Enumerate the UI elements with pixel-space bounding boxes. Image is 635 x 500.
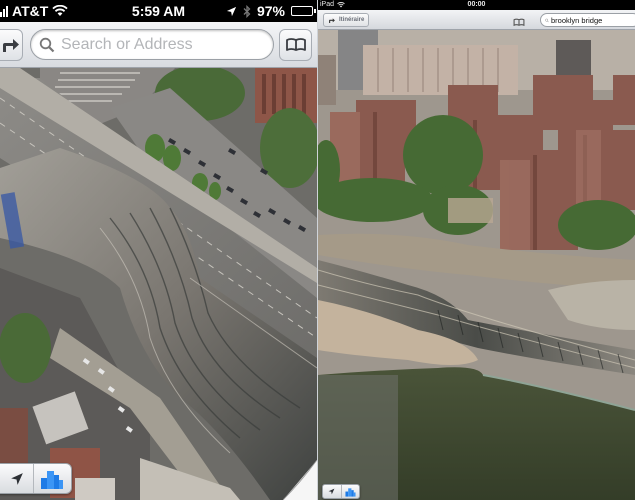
buildings-3d-icon — [345, 487, 356, 497]
map-view-3d[interactable] — [318, 30, 635, 500]
maps-toolbar: Itinéraire — [318, 10, 635, 30]
directions-button[interactable]: Itinéraire — [323, 13, 369, 27]
map-view-3d[interactable] — [0, 68, 317, 500]
status-right-group: 97% — [226, 3, 316, 19]
satellite-imagery — [318, 30, 635, 500]
track-location-button[interactable] — [0, 464, 33, 493]
directions-button-label: Itinéraire — [339, 17, 365, 23]
toggle-3d-button[interactable] — [340, 485, 359, 498]
turn-right-arrow-icon — [329, 17, 335, 23]
toggle-3d-button[interactable] — [32, 464, 71, 493]
status-bar: AT&T 5:59 AM 97% — [0, 0, 317, 22]
battery-percent: 97% — [256, 3, 285, 19]
maps-toolbar — [0, 22, 317, 68]
search-icon — [39, 37, 55, 52]
buildings-3d-icon — [41, 470, 64, 489]
search-input[interactable] — [551, 15, 635, 25]
ipad-maps-screenshot: iPad 00:00 Itinéraire — [318, 0, 635, 500]
location-arrow-icon — [226, 6, 237, 16]
search-field[interactable] — [30, 29, 274, 60]
iphone-maps-screenshot: AT&T 5:59 AM 97% — [0, 0, 317, 500]
satellite-imagery — [0, 68, 317, 500]
status-bar: iPad 00:00 — [318, 0, 635, 10]
map-bottom-controls — [322, 484, 360, 499]
map-bottom-controls — [0, 463, 72, 494]
search-icon — [545, 18, 549, 22]
page-curl-icon[interactable] — [283, 460, 317, 500]
book-icon — [285, 38, 306, 51]
battery-icon — [291, 6, 316, 16]
directions-button[interactable] — [0, 29, 23, 61]
search-input[interactable] — [61, 35, 261, 54]
search-field[interactable] — [540, 13, 635, 27]
location-arrow-icon — [11, 472, 23, 485]
bluetooth-icon — [243, 4, 251, 18]
track-location-button[interactable] — [323, 485, 341, 498]
book-icon — [513, 18, 525, 27]
location-arrow-icon — [329, 488, 335, 495]
bookmarks-button[interactable] — [279, 29, 312, 61]
turn-right-arrow-icon — [2, 39, 19, 52]
status-time: 00:00 — [467, 1, 486, 8]
